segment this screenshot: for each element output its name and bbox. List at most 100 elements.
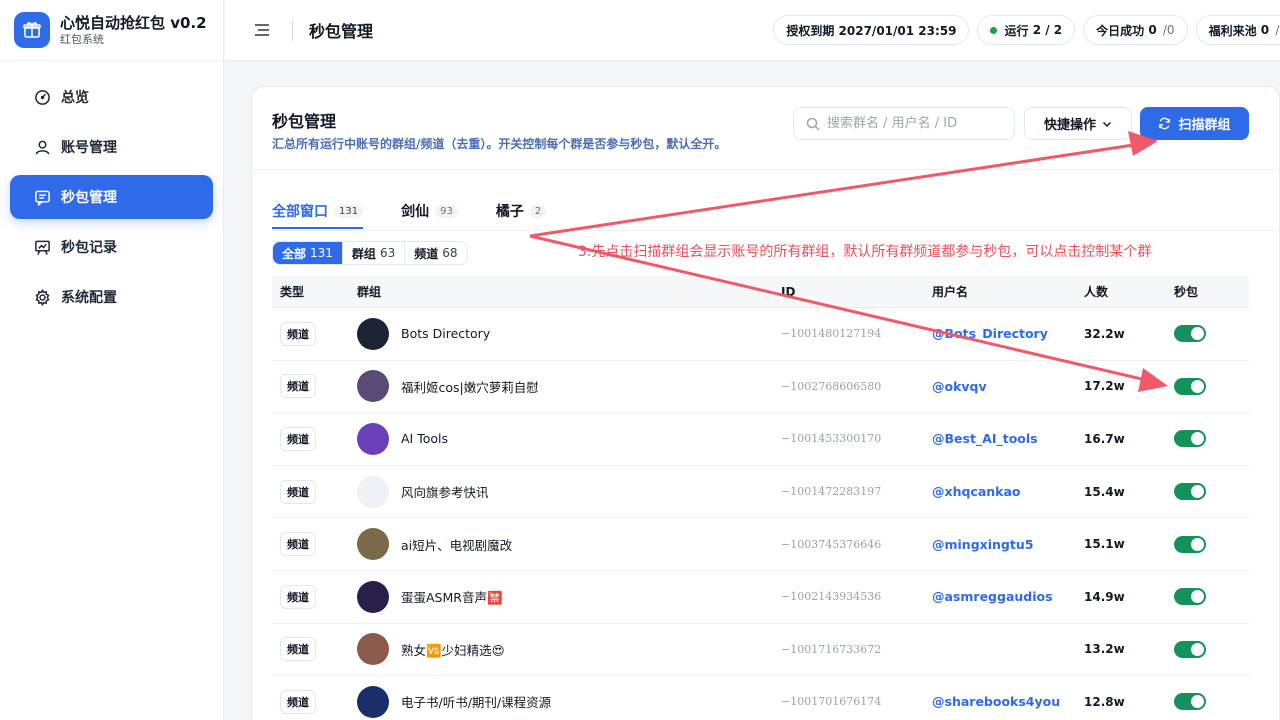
group-username[interactable]: @Bots_Directory: [932, 326, 1084, 341]
search-box: [793, 107, 1015, 140]
grab-toggle[interactable]: [1174, 588, 1206, 606]
filter-groups[interactable]: 群组 63: [343, 242, 406, 264]
avatar: [357, 370, 389, 403]
table-row: 频道 电子书/听书/期刊/课程资源 −1001701676174 @sharebook…: [272, 676, 1249, 720]
member-count: 12.8w: [1084, 694, 1125, 709]
today-success-badge: 今日成功 0 /0: [1083, 15, 1188, 45]
brand-title: 心悦自动抢红包 v0.2: [60, 13, 207, 32]
filter-channels[interactable]: 频道 68: [405, 242, 466, 264]
filter-all[interactable]: 全部 131: [273, 242, 343, 264]
member-count: 13.2w: [1084, 642, 1125, 657]
menu-toggle-button[interactable]: [252, 20, 272, 40]
avatar: [357, 422, 389, 455]
brand: 心悦自动抢红包 v0.2 红包系统: [0, 0, 223, 61]
group-id: −1001453300170: [781, 432, 882, 446]
table-body: 频道 Bots Directory −1001480127194 @Bots_Dire…: [272, 308, 1249, 720]
status-pills: 授权到期 2027/01/01 23:59 运行 2 / 2 今日成功 0 /0…: [773, 15, 1280, 45]
groups-table: 类型 群组 ID 用户名 人数 秒包 频道 Bots Directory −1001…: [272, 276, 1249, 720]
group-name: 福利姬cos|嫩穴萝莉自慰: [401, 379, 539, 395]
member-count: 15.4w: [1084, 484, 1125, 499]
sidebar-item-label: 秒包管理: [61, 190, 117, 206]
sidebar-item-label: 系统配置: [61, 290, 117, 306]
column-username: 用户名: [932, 285, 969, 299]
grab-toggle[interactable]: [1174, 535, 1206, 553]
sidebar-item-label: 账号管理: [61, 140, 117, 156]
group-name: AI Tools: [401, 431, 449, 447]
member-count: 17.2w: [1084, 379, 1125, 394]
sidebar-item-label: 秒包记录: [61, 240, 117, 256]
table-row: 频道 AI Tools −1001453300170 @Best_AI_tools 16…: [272, 413, 1249, 466]
chart-icon: [35, 240, 50, 255]
group-name: 蛋蛋ASMR音声🈲: [401, 590, 503, 606]
pool-badge: 福利来池 0 /2: [1195, 15, 1280, 45]
table-header: 类型 群组 ID 用户名 人数 秒包: [272, 276, 1249, 308]
member-count: 32.2w: [1084, 326, 1125, 341]
account-tabs: 全部窗口 131 剑仙 93 橘子 2: [272, 201, 584, 229]
column-type: 类型: [280, 285, 305, 299]
quick-actions-button[interactable]: 快捷操作: [1024, 107, 1132, 140]
column-id: ID: [781, 284, 796, 299]
grab-toggle[interactable]: [1174, 483, 1206, 501]
group-username[interactable]: @mingxingtu5: [932, 537, 1084, 552]
group-username[interactable]: @xhqcankao: [932, 484, 1084, 499]
grab-toggle[interactable]: [1174, 640, 1206, 658]
group-name: Bots Directory: [401, 326, 491, 342]
group-name: 电子书/听书/期刊/课程资源: [401, 695, 552, 711]
grab-toggle[interactable]: [1174, 377, 1206, 395]
card-header: 秒包管理 汇总所有运行中账号的群组/频道（去重）。开关控制每个群是否参与秒包，默…: [252, 87, 1279, 170]
tab-all-windows[interactable]: 全部窗口 131: [272, 201, 364, 229]
main-card: 秒包管理 汇总所有运行中账号的群组/频道（去重）。开关控制每个群是否参与秒包，默…: [251, 86, 1280, 720]
sidebar-item-grab[interactable]: 秒包管理: [10, 175, 213, 219]
grab-toggle[interactable]: [1174, 325, 1206, 343]
card-title: 秒包管理: [272, 112, 337, 131]
group-username[interactable]: @okvqv: [932, 379, 1084, 394]
scan-groups-button[interactable]: 扫描群组: [1140, 107, 1249, 140]
table-row: 频道 ai短片、电视剧魔改 −1003745376646 @mingxingtu5 15…: [272, 518, 1249, 571]
tab-jianxian[interactable]: 剑仙 93: [401, 201, 458, 229]
group-id: −1002768606580: [781, 379, 882, 393]
card-subtitle: 汇总所有运行中账号的群组/频道（去重）。开关控制每个群是否参与秒包，默认全开。: [272, 137, 727, 151]
tab-juzi[interactable]: 橘子 2: [496, 201, 547, 229]
avatar: [357, 580, 389, 613]
group-name: 熟女🆚少妇精选😍: [401, 642, 505, 658]
avatar: [357, 685, 389, 718]
search-input[interactable]: [827, 116, 1007, 131]
sidebar-item-overview[interactable]: 总览: [10, 75, 213, 119]
group-id: −1001480127194: [781, 327, 882, 341]
dashboard-icon: [35, 89, 50, 105]
grab-toggle[interactable]: [1174, 430, 1206, 448]
group-username[interactable]: @Best_AI_tools: [932, 431, 1084, 446]
group-name: 风向旗参考快讯: [401, 485, 489, 501]
column-group: 群组: [357, 285, 382, 299]
gear-icon: [35, 288, 50, 306]
group-username[interactable]: @sharebooks4you: [932, 694, 1084, 709]
status-dot-icon: [990, 26, 998, 34]
table-row: 频道 蛋蛋ASMR音声🈲 −1002143934536 @asmreggaudios 1…: [272, 571, 1249, 624]
group-username[interactable]: @asmreggaudios: [932, 589, 1084, 604]
search-icon: [806, 117, 820, 131]
topbar: 秒包管理 授权到期 2027/01/01 23:59 运行 2 / 2 今日成功…: [225, 0, 1280, 61]
sidebar-item-accounts[interactable]: 账号管理: [10, 125, 213, 169]
grab-toggle[interactable]: [1174, 693, 1206, 711]
type-badge: 频道: [280, 637, 316, 662]
chat-icon: [35, 190, 50, 206]
divider: [292, 19, 293, 41]
type-badge: 频道: [280, 374, 316, 399]
sidebar-item-records[interactable]: 秒包记录: [10, 225, 213, 269]
group-id: −1001716733672: [781, 642, 882, 656]
group-id: −1002143934536: [781, 590, 882, 604]
sidebar-item-label: 总览: [61, 90, 89, 106]
refresh-icon: [1159, 117, 1171, 130]
menu-icon: [255, 24, 269, 36]
sidebar-nav: 总览 账号管理 秒包管理 秒包记录 系统配置: [0, 61, 223, 319]
avatar: [357, 317, 389, 350]
sidebar-item-settings[interactable]: 系统配置: [10, 275, 213, 319]
type-filter: 全部 131 群组 63 频道 68: [272, 241, 468, 265]
user-icon: [35, 140, 50, 154]
member-count: 15.1w: [1084, 537, 1125, 552]
type-badge: 频道: [280, 479, 316, 504]
gift-icon: [14, 12, 50, 48]
type-badge: 频道: [280, 426, 316, 451]
page-title: 秒包管理: [309, 22, 374, 41]
group-name: ai短片、电视剧魔改: [401, 537, 513, 553]
